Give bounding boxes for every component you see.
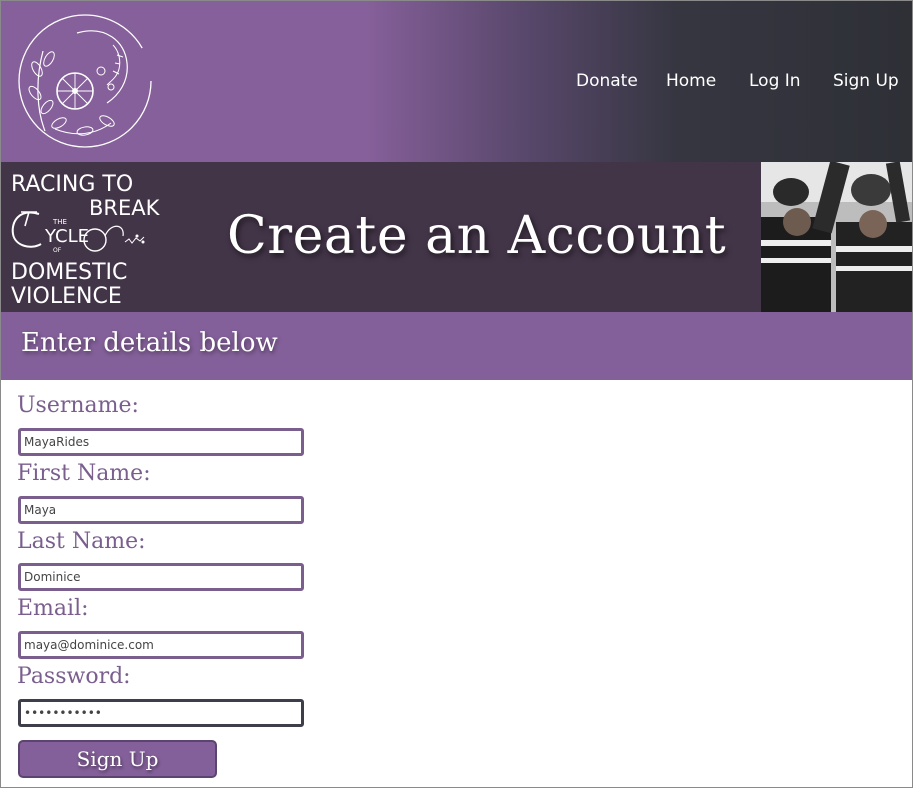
racing-logo: RACING TO BREAK THE YCLE OF DOMESTIC VIO… <box>7 168 159 309</box>
header-logo-icon[interactable] <box>15 11 155 151</box>
password-input[interactable] <box>18 699 304 727</box>
page: Donate Home Log In Sign Up RACING TO BRE… <box>0 0 913 788</box>
logo-wheel-flower-icon <box>83 225 145 252</box>
logo-line5: VIOLENCE <box>11 284 122 309</box>
email-input[interactable] <box>18 631 304 659</box>
hero-banner: RACING TO BREAK THE YCLE OF DOMESTIC VIO… <box>1 162 912 312</box>
form-instructions: Enter details below <box>21 328 278 358</box>
logo-bicycle-c-icon <box>11 211 42 248</box>
signup-submit-button[interactable]: Sign Up <box>18 740 217 778</box>
logo-line1: RACING TO <box>11 172 134 197</box>
firstname-input[interactable] <box>18 496 304 524</box>
cyclists-photo-image <box>761 162 912 312</box>
nav-donate-link[interactable]: Donate <box>576 71 638 91</box>
page-title: Create an Account <box>227 206 727 266</box>
username-label: Username: <box>17 393 139 418</box>
top-nav-bar: Donate Home Log In Sign Up <box>1 1 912 162</box>
username-input[interactable] <box>18 428 304 456</box>
email-label: Email: <box>17 596 89 621</box>
lastname-label: Last Name: <box>17 529 146 554</box>
nav-home-link[interactable]: Home <box>666 71 716 91</box>
firstname-label: First Name: <box>17 461 151 486</box>
logo-line4: DOMESTIC <box>11 260 128 285</box>
logo-line2: BREAK <box>89 196 160 220</box>
logo-of: OF <box>53 247 62 254</box>
form-instructions-bar: Enter details below <box>1 312 912 380</box>
password-label: Password: <box>17 664 131 689</box>
lastname-input[interactable] <box>18 563 304 591</box>
nav-signup-link[interactable]: Sign Up <box>833 71 899 91</box>
nav-login-link[interactable]: Log In <box>749 71 801 91</box>
logo-the: THE <box>53 218 67 226</box>
